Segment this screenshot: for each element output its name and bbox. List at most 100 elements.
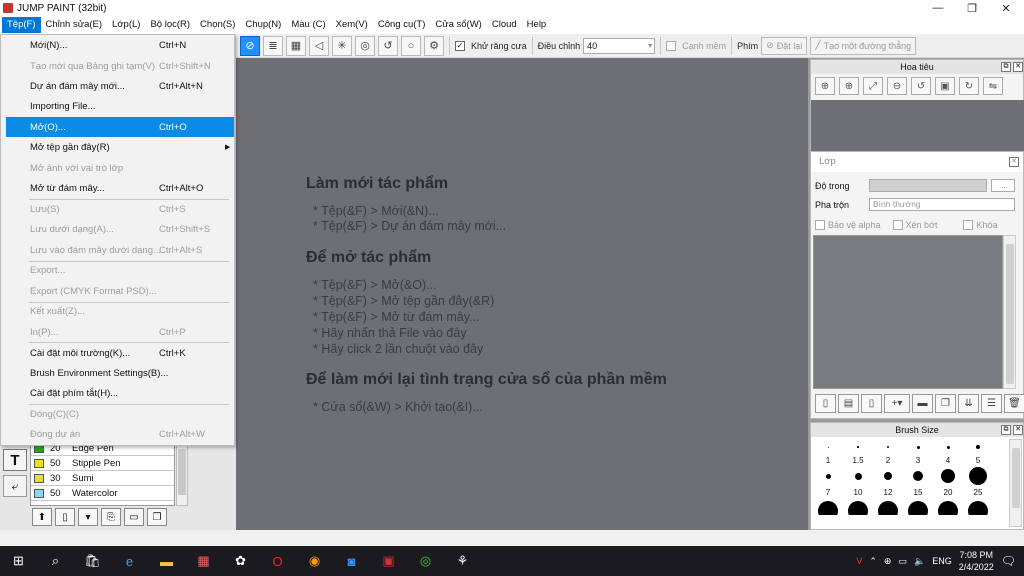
new-1bit-layer-icon[interactable]: ▯: [861, 394, 882, 413]
brush-size-option[interactable]: [843, 446, 873, 448]
straight-line-button[interactable]: ╱ Tạo một đường thẳng: [810, 36, 917, 55]
undock-icon[interactable]: ⧉: [1001, 62, 1011, 72]
brush-size-scrollbar[interactable]: [1009, 439, 1022, 527]
duplicate-icon[interactable]: ❐: [147, 508, 167, 526]
app-icon[interactable]: ▦: [185, 546, 222, 576]
close-button[interactable]: ✕: [989, 0, 1023, 16]
menu-color[interactable]: Màu (C): [286, 17, 330, 33]
menu-item-export[interactable]: Export...: [1, 260, 234, 280]
menu-item-print[interactable]: In(P)... Ctrl+P: [1, 322, 234, 342]
new-layer-icon[interactable]: ▯: [815, 394, 836, 413]
minimize-button[interactable]: —: [921, 0, 955, 16]
brush-size-option[interactable]: [933, 501, 963, 515]
duplicate-layer-icon[interactable]: ❐: [935, 394, 956, 413]
brush-size-option[interactable]: [963, 501, 993, 515]
layer-menu-icon[interactable]: ☰: [981, 394, 1002, 413]
brush-size-option[interactable]: [843, 472, 873, 480]
file-explorer-icon[interactable]: ▬: [148, 546, 185, 576]
brush-menu-icon[interactable]: ▾: [78, 508, 98, 526]
grid-pattern-icon[interactable]: ▦: [286, 35, 306, 56]
menu-layer[interactable]: Lớp(L): [107, 17, 145, 33]
blend-mode-dropdown[interactable]: Bình thường: [869, 198, 1015, 211]
app-icon[interactable]: ⚘: [444, 546, 481, 576]
menu-item-save-to-cloud[interactable]: Lưu vào đám mây dưới dạng... Ctrl+Alt+S: [1, 240, 234, 260]
brush-item[interactable]: 50 Stipple Pen: [31, 456, 174, 471]
text-tool-icon[interactable]: T: [3, 449, 27, 471]
menu-item-new[interactable]: Mới(N)... Ctrl+N: [1, 35, 234, 55]
menu-view[interactable]: Xem(V): [331, 17, 373, 33]
panel-close-icon[interactable]: ✕: [1013, 62, 1023, 72]
brush-upload-icon[interactable]: ⬆: [32, 508, 52, 526]
menu-tools[interactable]: Công cụ(T): [373, 17, 431, 33]
firefox-icon[interactable]: ◉: [296, 546, 333, 576]
brush-size-option[interactable]: [933, 445, 963, 449]
merge-down-icon[interactable]: ⇊: [958, 394, 979, 413]
antialias-checkbox[interactable]: ✓: [455, 40, 465, 51]
no-pattern-icon[interactable]: ⊘: [240, 35, 260, 56]
maximize-button[interactable]: ❐: [955, 0, 989, 16]
zoom-out-icon[interactable]: ⊖: [887, 77, 907, 95]
menu-item-close-project[interactable]: Đóng dự án Ctrl+Alt+W: [1, 424, 234, 444]
brush-size-option[interactable]: [963, 467, 993, 485]
navigator-preview[interactable]: [811, 100, 1024, 152]
lock-checkbox[interactable]: [963, 220, 974, 230]
clipping-checkbox[interactable]: [892, 220, 903, 230]
edge-browser-icon[interactable]: e: [111, 546, 148, 576]
brush-size-option[interactable]: [873, 501, 903, 515]
jump-paint-icon[interactable]: ▣: [370, 546, 407, 576]
language-indicator[interactable]: ENG: [932, 556, 952, 566]
brush-item[interactable]: 30 Sumi: [31, 471, 174, 486]
menu-item-save[interactable]: Lưu(S) Ctrl+S: [1, 199, 234, 219]
opera-icon[interactable]: O: [259, 546, 296, 576]
fit-window-icon[interactable]: ▣: [935, 77, 955, 95]
panel-close-icon[interactable]: ✕: [1009, 157, 1019, 167]
protect-alpha-checkbox[interactable]: [815, 220, 825, 230]
adjust-dropdown[interactable]: 40: [583, 37, 656, 54]
menu-item-render[interactable]: Kết xuất(Z)...: [1, 301, 234, 321]
app-icon[interactable]: ✿: [222, 546, 259, 576]
new-brush-icon[interactable]: ▯: [55, 508, 75, 526]
new-folder-icon[interactable]: ▬: [912, 394, 933, 413]
panel-close-icon[interactable]: ✕: [1013, 425, 1023, 435]
brush-size-option[interactable]: [813, 473, 843, 479]
opacity-slider[interactable]: [869, 179, 987, 192]
brush-list-scrollbar[interactable]: [176, 440, 188, 506]
menu-item-preferences[interactable]: Cài đặt môi trường(K)... Ctrl+K: [1, 343, 234, 363]
menu-item-importing-file[interactable]: Importing File...: [1, 96, 234, 116]
brush-size-option[interactable]: [903, 471, 933, 481]
layer-list[interactable]: [813, 235, 1003, 389]
concentric-icon[interactable]: ◎: [355, 35, 375, 56]
brush-size-option[interactable]: [873, 472, 903, 480]
windows-start-icon[interactable]: ⊞: [0, 546, 37, 576]
curve-ruler-icon[interactable]: ↺: [378, 35, 398, 56]
brush-size-option[interactable]: [813, 446, 843, 448]
copy-brush-icon[interactable]: ⎘: [101, 508, 121, 526]
menu-item-open-from-cloud[interactable]: Mở từ đám mây... Ctrl+Alt+O: [1, 178, 234, 198]
brush-size-option[interactable]: [933, 469, 963, 483]
layer-list-scrollbar[interactable]: [1003, 235, 1016, 389]
menu-item-close[interactable]: Đóng(C)(C): [1, 404, 234, 424]
battery-icon[interactable]: ▭: [898, 556, 907, 567]
search-icon[interactable]: ⌕: [37, 546, 74, 576]
brush-size-option[interactable]: [903, 501, 933, 515]
chevron-up-icon[interactable]: ⌃: [869, 556, 877, 567]
delete-layer-icon[interactable]: 🗑: [1004, 394, 1024, 413]
ruler-settings-icon[interactable]: ⚙: [424, 35, 444, 56]
brush-size-option[interactable]: [963, 445, 993, 449]
menu-help[interactable]: Help: [522, 17, 552, 33]
menu-item-open-as-layer[interactable]: Mở ảnh với vai trò lớp: [1, 158, 234, 178]
menu-edit[interactable]: Chỉnh sửa(E): [41, 17, 108, 33]
zoom-in-plus-icon[interactable]: ⊕: [839, 77, 859, 95]
new-8bit-layer-icon[interactable]: ▤: [838, 394, 859, 413]
menu-item-open[interactable]: Mở(O)... Ctrl+O: [6, 117, 234, 137]
menu-select[interactable]: Chọn(S): [195, 17, 240, 33]
undock-icon[interactable]: ⧉: [1001, 425, 1011, 435]
folder-icon[interactable]: ▭: [124, 508, 144, 526]
perspective-icon[interactable]: ◁: [309, 35, 329, 56]
scrollbar-thumb[interactable]: [1006, 244, 1014, 384]
zalo-icon[interactable]: ◙: [333, 546, 370, 576]
brush-size-option[interactable]: [813, 501, 843, 515]
scrollbar-thumb[interactable]: [1012, 448, 1020, 508]
chrome-icon[interactable]: ◎: [407, 546, 444, 576]
brush-size-option[interactable]: [873, 446, 903, 448]
